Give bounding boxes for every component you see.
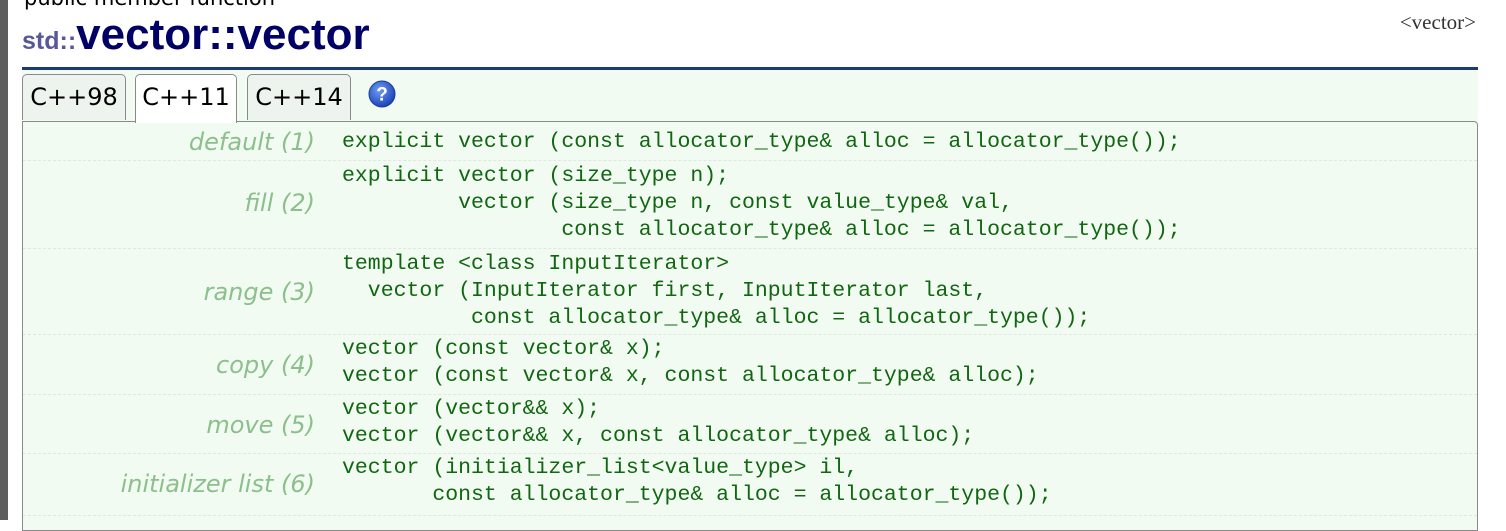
left-border — [0, 0, 8, 520]
overload-row-copy: copy (4) vector (const vector& x); vecto… — [23, 334, 1477, 395]
overload-label: move (5) — [206, 411, 315, 439]
overload-code: explicit vector (const allocator_type& a… — [342, 130, 1181, 154]
overload-code: vector (vector&& x); vector (vector&& x,… — [342, 397, 975, 449]
title-separator: :: — [208, 10, 238, 59]
help-icon[interactable]: ? — [368, 80, 396, 108]
overload-code: explicit vector (size_type n); vector (s… — [342, 164, 1181, 243]
overload-code: template <class InputIterator> vector (I… — [342, 252, 1091, 331]
overload-code: vector (initializer_list<value_type> il,… — [342, 456, 1052, 508]
overload-row-default: default (1) explicit vector (const alloc… — [23, 122, 1477, 161]
title-namespace: std:: — [22, 27, 77, 55]
version-tabs: C++98 C++11 C++14 ? — [22, 70, 1478, 123]
help-icon-glyph: ? — [376, 85, 388, 106]
overload-row-move: move (5) vector (vector&& x); vector (ve… — [23, 394, 1477, 454]
overload-row-fill: fill (2) explicit vector (size_type n); … — [23, 160, 1477, 249]
title-class: vector — [76, 10, 209, 59]
tab-cpp11[interactable]: C++11 — [135, 74, 237, 123]
overload-label: fill (2) — [244, 189, 315, 217]
overload-row-initializer-list: initializer list (6) vector (initializer… — [23, 453, 1477, 516]
member-kind-label: public member function — [24, 0, 275, 10]
overload-label: initializer list (6) — [120, 470, 315, 498]
page-title: std::vector::vector — [22, 10, 370, 69]
overload-code: vector (const vector& x); vector (const … — [342, 337, 1039, 389]
overload-label: default (1) — [188, 128, 315, 156]
tab-cpp14[interactable]: C++14 — [247, 74, 351, 120]
overload-row-range: range (3) template <class InputIterator>… — [23, 248, 1477, 335]
overload-label: range (3) — [203, 278, 315, 306]
reference-page: public member function std::vector::vect… — [22, 0, 1478, 531]
tab-cpp98[interactable]: C++98 — [22, 74, 126, 120]
title-member: vector — [237, 10, 370, 59]
header-link[interactable]: <vector> — [1400, 10, 1476, 35]
overloads-panel: default (1) explicit vector (const alloc… — [22, 121, 1478, 531]
overload-label: copy (4) — [216, 351, 315, 379]
